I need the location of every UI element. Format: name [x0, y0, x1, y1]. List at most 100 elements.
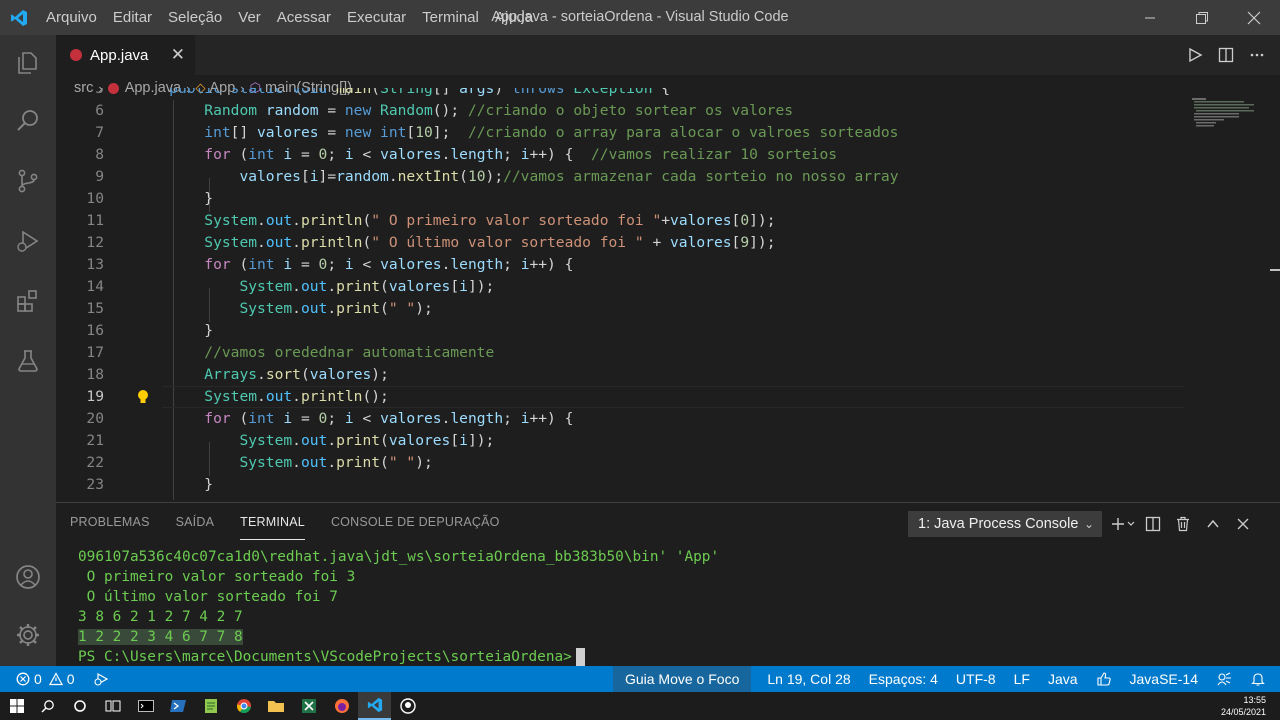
menu-bar: Arquivo Editar Seleção Ver Acessar Execu… [38, 0, 541, 35]
account-icon[interactable] [0, 553, 56, 601]
menu-executar[interactable]: Executar [339, 0, 414, 35]
menu-editar[interactable]: Editar [105, 0, 160, 35]
tab-problemas[interactable]: PROBLEMAS [70, 515, 150, 540]
terminal-select[interactable]: 1: Java Process Console ⌄ [908, 511, 1102, 537]
notepad-plus-icon[interactable] [194, 692, 227, 720]
cmd-icon[interactable] [129, 692, 162, 720]
line-code: //vamos oredednar automaticamente [204, 344, 495, 361]
windows-start-icon[interactable] [0, 692, 33, 720]
windows-taskbar: 13:55 24/05/2021 [0, 692, 1280, 720]
java-runtime[interactable]: JavaSE-14 [1121, 666, 1207, 692]
code-line[interactable]: 23 } [56, 474, 1186, 496]
restore-icon[interactable] [1176, 0, 1228, 35]
code-line[interactable]: 16 } [56, 320, 1186, 342]
run-icon[interactable] [1179, 35, 1210, 75]
vscode-taskbar-icon[interactable] [358, 692, 391, 720]
split-terminal-icon[interactable] [1138, 511, 1168, 537]
code-line[interactable]: 19 System.out.println(); [56, 386, 1186, 408]
trash-icon[interactable] [1168, 511, 1198, 537]
line-number: 14 [86, 278, 104, 295]
task-view-icon[interactable] [96, 692, 129, 720]
code-line[interactable]: 7 int[] valores = new int[10]; //criando… [56, 122, 1186, 144]
code-line[interactable]: 22 System.out.print(" "); [56, 452, 1186, 474]
cortana-icon[interactable] [63, 692, 96, 720]
code-line[interactable]: 5 public static void main(String[] args)… [56, 88, 1186, 100]
taskbar-search-icon[interactable] [31, 692, 64, 720]
cursor-position[interactable]: Ln 19, Col 28 [751, 666, 859, 692]
debug-launch-icon[interactable] [84, 671, 120, 687]
tab-console-depuracao[interactable]: CONSOLE DE DEPURAÇÃO [331, 515, 500, 540]
close-panel-icon[interactable] [1228, 511, 1258, 537]
warning-count: 0 [66, 671, 75, 687]
code-line[interactable]: 15 System.out.print(" "); [56, 298, 1186, 320]
code-line[interactable]: 14 System.out.print(valores[i]); [56, 276, 1186, 298]
chevron-up-icon[interactable] [1198, 511, 1228, 537]
menu-ajuda[interactable]: Ajuda [487, 0, 541, 35]
status-bar: 0 0 Guia Move o Foco Ln 19, Col 28 Espaç… [0, 666, 1280, 692]
code-line[interactable]: 9 valores[i]=random.nextInt(10);//vamos … [56, 166, 1186, 188]
minimap[interactable] [1188, 88, 1268, 138]
chrome-icon[interactable] [227, 692, 260, 720]
code-line[interactable]: 12 System.out.println(" O último valor s… [56, 232, 1186, 254]
split-editor-icon[interactable] [1210, 35, 1241, 75]
code-line[interactable]: 8 for (int i = 0; i < valores.length; i+… [56, 144, 1186, 166]
explorer-icon[interactable] [0, 39, 56, 87]
terminal-prompt: PS C:\Users\marce\Documents\VScodeProjec… [78, 647, 719, 667]
minimize-icon[interactable] [1124, 0, 1176, 35]
tab-terminal[interactable]: TERMINAL [240, 515, 305, 540]
search-icon[interactable] [0, 97, 56, 145]
code-line[interactable]: 20 for (int i = 0; i < valores.length; i… [56, 408, 1186, 430]
encoding[interactable]: UTF-8 [947, 666, 1005, 692]
powershell-icon[interactable] [161, 692, 194, 720]
tab-focus-mode[interactable]: Guia Move o Foco [612, 666, 752, 692]
close-window-icon[interactable] [1228, 0, 1280, 35]
line-number: 12 [86, 234, 104, 251]
tab-app-java[interactable]: App.java ✕ [56, 35, 195, 75]
tab-saida[interactable]: SAÍDA [176, 515, 215, 540]
line-code: valores[i]=random.nextInt(10);//vamos ar… [239, 168, 899, 185]
end-of-line[interactable]: LF [1005, 666, 1039, 692]
menu-acessar[interactable]: Acessar [269, 0, 339, 35]
line-number: 21 [86, 432, 104, 449]
system-clock[interactable]: 13:55 24/05/2021 [1221, 694, 1266, 718]
run-debug-icon[interactable] [0, 217, 56, 265]
line-number: 6 [95, 102, 104, 119]
code-editor[interactable]: 5 public static void main(String[] args)… [56, 88, 1280, 502]
overview-ruler-marker[interactable] [1268, 264, 1280, 274]
code-line[interactable]: 11 System.out.println(" O primeiro valor… [56, 210, 1186, 232]
extensions-icon[interactable] [0, 277, 56, 325]
line-number: 11 [86, 212, 104, 229]
line-code: for (int i = 0; i < valores.length; i++)… [204, 146, 838, 163]
terminal-output[interactable]: 096107a536c40c07ca1d0\redhat.java\jdt_ws… [78, 547, 719, 667]
indentation[interactable]: Espaços: 4 [860, 666, 947, 692]
new-terminal-icon[interactable] [1108, 511, 1138, 537]
excel-icon[interactable] [292, 692, 325, 720]
menu-ver[interactable]: Ver [230, 0, 269, 35]
code-line[interactable]: 13 for (int i = 0; i < valores.length; i… [56, 254, 1186, 276]
menu-terminal[interactable]: Terminal [414, 0, 487, 35]
more-actions-icon[interactable] [1241, 35, 1272, 75]
menu-selecao[interactable]: Seleção [160, 0, 230, 35]
feedback-icon[interactable] [1207, 671, 1241, 687]
code-line[interactable]: 21 System.out.print(valores[i]); [56, 430, 1186, 452]
code-line[interactable]: 18 Arrays.sort(valores); [56, 364, 1186, 386]
line-code: System.out.print(valores[i]); [239, 432, 495, 449]
line-number: 9 [95, 168, 104, 185]
code-line[interactable]: 10 } [56, 188, 1186, 210]
bell-icon[interactable] [1241, 671, 1280, 687]
source-control-icon[interactable] [0, 157, 56, 205]
error-count: 0 [34, 671, 42, 687]
manage-gear-icon[interactable] [0, 611, 56, 659]
github-icon[interactable] [391, 692, 424, 720]
testing-icon[interactable] [0, 337, 56, 385]
code-line[interactable]: 17 //vamos oredednar automaticamente [56, 342, 1186, 364]
problems-status[interactable]: 0 0 [12, 666, 84, 692]
terminal-select-value: 1: Java Process Console [918, 516, 1079, 532]
menu-arquivo[interactable]: Arquivo [38, 0, 105, 35]
close-tab-icon[interactable]: ✕ [171, 45, 185, 65]
code-line[interactable]: 6 Random random = new Random(); //criand… [56, 100, 1186, 122]
thumbs-up-icon[interactable] [1087, 671, 1121, 687]
file-explorer-icon[interactable] [259, 692, 292, 720]
firefox-icon[interactable] [325, 692, 358, 720]
language-mode[interactable]: Java [1039, 666, 1087, 692]
